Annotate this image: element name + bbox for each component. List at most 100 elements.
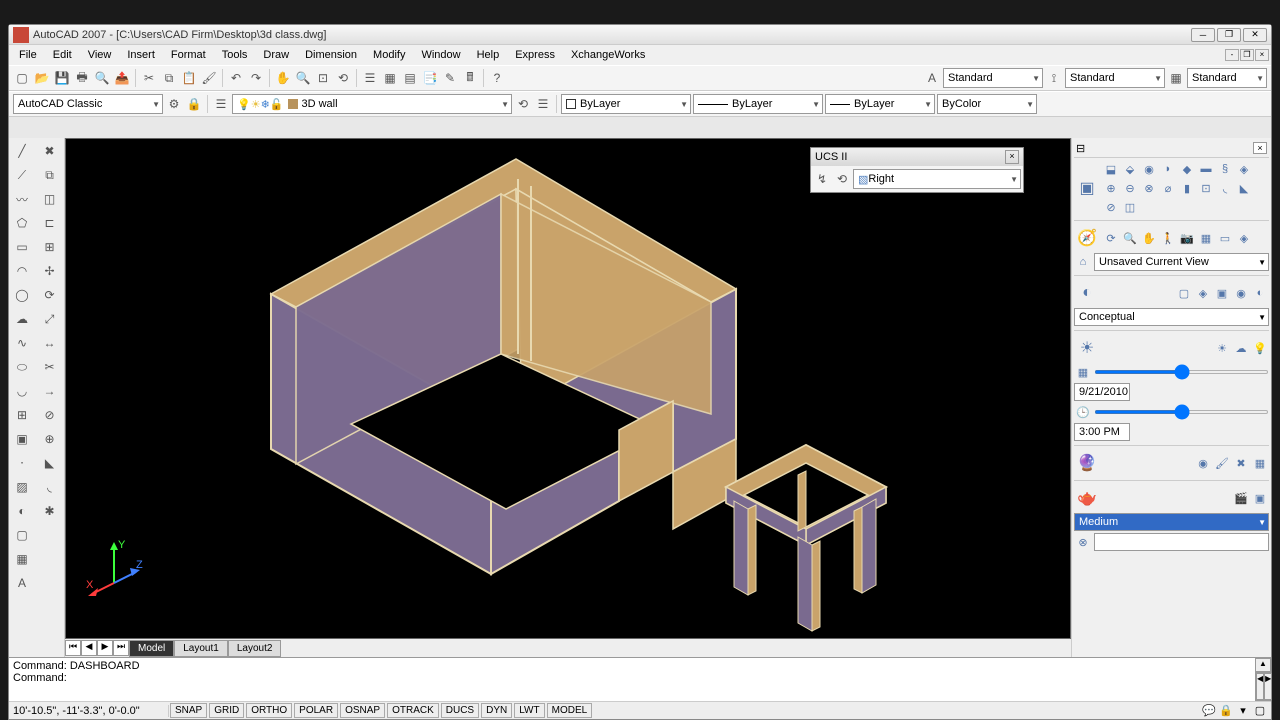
menu-modify[interactable]: Modify: [365, 47, 413, 63]
cameras-icon[interactable]: 📷: [1178, 229, 1196, 247]
match-icon[interactable]: 🖌: [200, 69, 218, 87]
presspull-icon[interactable]: ⬙: [1121, 160, 1139, 178]
lwt-toggle[interactable]: LWT: [514, 703, 544, 718]
cut-icon[interactable]: ✂: [140, 69, 158, 87]
otrack-toggle[interactable]: OTRACK: [387, 703, 439, 718]
union-icon[interactable]: ⊕: [1102, 179, 1120, 197]
hatch-icon[interactable]: ▨: [11, 476, 33, 498]
polyline-icon[interactable]: 〰: [11, 188, 33, 210]
coordinates-display[interactable]: 10'-10.5", -11'-3.3", 0'-0.0": [9, 705, 169, 717]
menu-draw[interactable]: Draw: [255, 47, 297, 63]
menu-window[interactable]: Window: [413, 47, 468, 63]
output-size-combo[interactable]: [1094, 533, 1269, 551]
scale-icon[interactable]: ⤢: [39, 308, 61, 330]
perspective-icon[interactable]: ◈: [1235, 229, 1253, 247]
point-icon[interactable]: ⋅: [11, 452, 33, 474]
tablestyle-icon[interactable]: ▦: [1167, 69, 1185, 87]
offset-icon[interactable]: ⊏: [39, 212, 61, 234]
render-preset-combo[interactable]: Medium▼: [1074, 513, 1269, 531]
minimize-button[interactable]: ─: [1191, 28, 1215, 42]
open-icon[interactable]: 📂: [33, 69, 51, 87]
gradient-icon[interactable]: ◐: [11, 500, 33, 522]
ucs-panel[interactable]: UCS II× ↯ ⟲ ▧ Right▼: [810, 147, 1024, 193]
markup-icon[interactable]: ✎: [441, 69, 459, 87]
material-remove-icon[interactable]: ✖: [1232, 454, 1250, 472]
vs-hidden-icon[interactable]: ▣: [1213, 284, 1231, 302]
break-icon[interactable]: ⊘: [39, 404, 61, 426]
tab-model[interactable]: Model: [129, 640, 174, 657]
revcloud-icon[interactable]: ☁: [11, 308, 33, 330]
xline-icon[interactable]: ⟋: [11, 164, 33, 186]
titlebar[interactable]: AutoCAD 2007 - [C:\Users\CAD Firm\Deskto…: [9, 25, 1271, 45]
array-icon[interactable]: ⊞: [39, 236, 61, 258]
copy-icon[interactable]: ⧉: [160, 69, 178, 87]
walk-icon[interactable]: 🚶: [1159, 229, 1177, 247]
toolpalettes-icon[interactable]: ▤: [401, 69, 419, 87]
dimstyle-icon[interactable]: ⟟: [1045, 69, 1063, 87]
thicken-icon[interactable]: ▮: [1178, 179, 1196, 197]
cmd-scroll-right-icon[interactable]: ▶: [1264, 673, 1272, 700]
polygon-icon[interactable]: ⬠: [11, 212, 33, 234]
model-toggle[interactable]: MODEL: [547, 703, 593, 718]
tab-prev-icon[interactable]: ◀: [81, 640, 97, 656]
menu-dimension[interactable]: Dimension: [297, 47, 365, 63]
shell-icon[interactable]: ◫: [1121, 198, 1139, 216]
ortho-toggle[interactable]: ORTHO: [246, 703, 292, 718]
comm-center-icon[interactable]: 💬: [1202, 704, 1216, 718]
light-glyph-icon[interactable]: 💡: [1251, 339, 1269, 357]
tablestyle-combo[interactable]: Standard▼: [1187, 68, 1267, 88]
explode-icon[interactable]: ✱: [39, 500, 61, 522]
undo-icon[interactable]: ↶: [227, 69, 245, 87]
chamfer3d-icon[interactable]: ◣: [1235, 179, 1253, 197]
menu-express[interactable]: Express: [507, 47, 563, 63]
view-home-icon[interactable]: ⌂: [1074, 253, 1092, 271]
menu-view[interactable]: View: [80, 47, 120, 63]
plotstyle-combo[interactable]: ByColor▼: [937, 94, 1037, 114]
lock-ui-icon[interactable]: 🔒: [1219, 704, 1233, 718]
menu-format[interactable]: Format: [163, 47, 214, 63]
sky-icon[interactable]: ☁: [1232, 339, 1250, 357]
output-size-icon[interactable]: ⊗: [1074, 533, 1092, 551]
view-combo[interactable]: Unsaved Current View▼: [1094, 253, 1269, 271]
mdi-close-button[interactable]: ×: [1255, 49, 1269, 61]
vs-3dwire-icon[interactable]: ◈: [1194, 284, 1212, 302]
redo-icon[interactable]: ↷: [247, 69, 265, 87]
trim-icon[interactable]: ✂: [39, 356, 61, 378]
clean-screen-icon[interactable]: ▢: [1253, 704, 1267, 718]
mdi-restore-button[interactable]: ❐: [1240, 49, 1254, 61]
zoom-realtime-icon[interactable]: 🔍: [294, 69, 312, 87]
tab-layout1[interactable]: Layout1: [174, 640, 228, 657]
visualstyle-section-icon[interactable]: ◐: [1074, 280, 1100, 306]
dashboard-close-icon[interactable]: ×: [1253, 142, 1267, 154]
workspace-combo[interactable]: AutoCAD Classic▼: [13, 94, 163, 114]
visualstyle-combo[interactable]: Conceptual▼: [1074, 308, 1269, 326]
layer-combo[interactable]: 💡☀❄🔓 3D wall▼: [232, 94, 512, 114]
mirror-icon[interactable]: ◫: [39, 188, 61, 210]
join-icon[interactable]: ⊕: [39, 428, 61, 450]
material-attach-icon[interactable]: 🖌: [1213, 454, 1231, 472]
new-icon[interactable]: ▢: [13, 69, 31, 87]
material-browser-icon[interactable]: ◉: [1194, 454, 1212, 472]
maximize-button[interactable]: ❐: [1217, 28, 1241, 42]
subtract-icon[interactable]: ⊖: [1121, 179, 1139, 197]
revolve-icon[interactable]: ◉: [1140, 160, 1158, 178]
render-region-icon[interactable]: ▣: [1251, 489, 1269, 507]
grid-toggle[interactable]: GRID: [209, 703, 244, 718]
extrude-icon[interactable]: ⬓: [1102, 160, 1120, 178]
date-icon[interactable]: ▦: [1074, 363, 1092, 381]
menu-tools[interactable]: Tools: [214, 47, 256, 63]
dyn-toggle[interactable]: DYN: [481, 703, 512, 718]
paste-icon[interactable]: 📋: [180, 69, 198, 87]
nav-section-icon[interactable]: 🧭: [1074, 225, 1100, 251]
date-field[interactable]: 9/21/2010: [1074, 383, 1130, 401]
spline-icon[interactable]: ∿: [11, 332, 33, 354]
toolbar-grip-icon[interactable]: ▾: [1236, 704, 1250, 718]
box-primitive-icon[interactable]: ▣: [1074, 175, 1100, 201]
vs-conceptual-icon[interactable]: ◐: [1251, 284, 1269, 302]
arc-icon[interactable]: ◠: [11, 260, 33, 282]
designcenter-icon[interactable]: ▦: [381, 69, 399, 87]
parallel-icon[interactable]: ▭: [1216, 229, 1234, 247]
menu-edit[interactable]: Edit: [45, 47, 80, 63]
sun-icon[interactable]: ☀: [1213, 339, 1231, 357]
ucs-world-icon[interactable]: ↯: [813, 170, 831, 188]
